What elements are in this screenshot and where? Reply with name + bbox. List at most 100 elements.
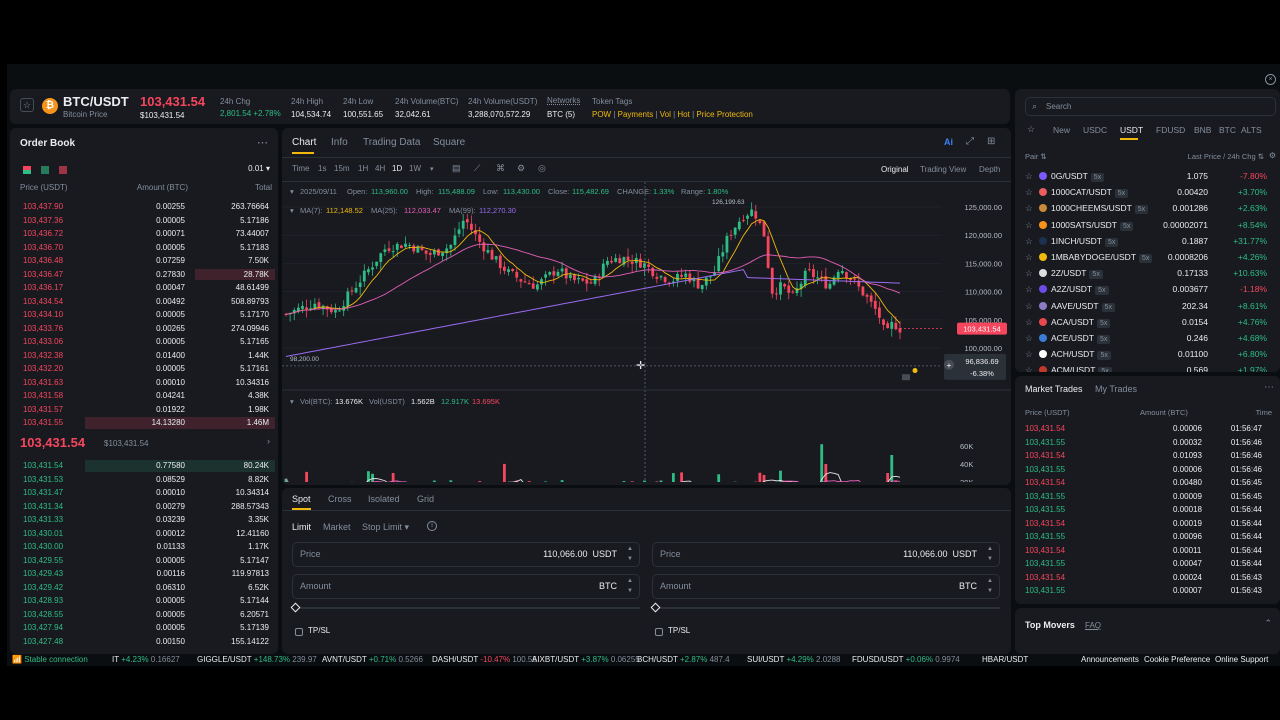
tab-square[interactable]: Square: [433, 137, 465, 148]
market-row[interactable]: ☆ 1000SATS/USDT 5x 0.00002071 +8.54%: [1015, 217, 1275, 233]
buy-tpsl-checkbox[interactable]: [295, 628, 303, 636]
tag-hot[interactable]: Hot: [677, 110, 689, 119]
sell-amount-input[interactable]: Amount BTC ▲ ▼: [652, 574, 1000, 599]
settings-icon[interactable]: ⚙: [517, 163, 525, 174]
tag-price-protection[interactable]: Price Protection: [696, 110, 752, 119]
tab-grid[interactable]: Grid: [417, 494, 434, 504]
bid-row[interactable]: 103,430.00 0.01133 1.17K: [10, 540, 275, 554]
ask-row[interactable]: 103,431.58 0.04241 4.38K: [10, 389, 275, 403]
connection-status[interactable]: 📶 Stable connection: [12, 654, 88, 666]
market-row[interactable]: ☆ ACM/USDT 5x 0.569 +1.97%: [1015, 362, 1275, 372]
sell-slider[interactable]: [650, 602, 1000, 613]
row-star-icon[interactable]: ☆: [1025, 233, 1033, 249]
ticker-item[interactable]: FDUSD/USDT +0.06% 0.9974: [852, 654, 960, 666]
bid-row[interactable]: 103,428.55 0.00005 6.20571: [10, 608, 275, 622]
ask-row[interactable]: 103,436.70 0.00005 5.17183: [10, 241, 275, 255]
ask-row[interactable]: 103,433.06 0.00005 5.17165: [10, 335, 275, 349]
layout-icon[interactable]: ⊞: [987, 136, 995, 147]
interval-1w[interactable]: 1W: [409, 164, 421, 173]
row-star-icon[interactable]: ☆: [1025, 346, 1033, 362]
pair-title[interactable]: BTC/USDT: [63, 94, 129, 109]
ask-row[interactable]: 103,433.76 0.00265 274.09946: [10, 322, 275, 336]
market-row[interactable]: ☆ AAVE/USDT 5x 202.34 +8.61%: [1015, 298, 1275, 314]
ticker-item[interactable]: SUI/USDT +4.29% 2.0288: [747, 654, 841, 666]
bid-row[interactable]: 103,431.47 0.00010 10.34314: [10, 486, 275, 500]
market-row[interactable]: ☆ 0G/USDT 5x 1.075 -7.80%: [1015, 168, 1275, 184]
row-star-icon[interactable]: ☆: [1025, 249, 1033, 265]
bid-row[interactable]: 103,427.48 0.00150 155.14122: [10, 635, 275, 649]
interval-1d[interactable]: 1D: [392, 164, 402, 173]
drawing-icon[interactable]: ⟋: [474, 163, 480, 174]
online-support-link[interactable]: Online Support: [1215, 654, 1268, 666]
order-type-stop-limit[interactable]: Stop Limit ▾: [362, 522, 409, 533]
bid-row[interactable]: 103,431.53 0.08529 8.82K: [10, 473, 275, 487]
row-star-icon[interactable]: ☆: [1025, 362, 1033, 372]
sell-tpsl-checkbox[interactable]: [655, 628, 663, 636]
view-both-icon[interactable]: [23, 166, 31, 174]
bid-row[interactable]: 103,427.94 0.00005 5.17139: [10, 621, 275, 635]
ask-row[interactable]: 103,434.10 0.00005 5.17170: [10, 308, 275, 322]
more-icon[interactable]: ⋯: [257, 136, 268, 149]
tab-cross[interactable]: Cross: [328, 494, 352, 504]
tag-vol[interactable]: Vol: [660, 110, 671, 119]
ask-row[interactable]: 103,436.72 0.00071 73.44007: [10, 227, 275, 241]
market-tab-new[interactable]: New: [1053, 125, 1070, 135]
buy-amount-stepper[interactable]: ▲ ▼: [624, 576, 636, 597]
indicator-icon[interactable]: ▤: [452, 163, 461, 174]
ai-icon[interactable]: Ai: [944, 137, 953, 147]
ask-row[interactable]: 103,437.90 0.00255 263.76664: [10, 200, 275, 214]
sell-price-input[interactable]: Price 110,066.00 USDT ▲ ▼: [652, 542, 1000, 567]
buy-slider-handle[interactable]: [290, 602, 301, 613]
column-settings-icon[interactable]: ⚙: [1269, 151, 1276, 160]
price-chart[interactable]: 2025/09/11 Open: 113,960.00 High: 115,488.09…: [282, 182, 1011, 482]
ticker-item[interactable]: BCH/USDT +2.87% 487.4: [637, 654, 730, 666]
market-row[interactable]: ☆ 2Z/USDT 5x 0.17133 +10.63%: [1015, 265, 1275, 281]
tag-pow[interactable]: POW: [592, 110, 611, 119]
row-star-icon[interactable]: ☆: [1025, 184, 1033, 200]
row-star-icon[interactable]: ☆: [1025, 265, 1033, 281]
view-trading-view[interactable]: Trading View: [920, 165, 966, 174]
row-star-icon[interactable]: ☆: [1025, 168, 1033, 184]
alert-icon[interactable]: ◎: [538, 163, 546, 174]
bid-row[interactable]: 103,431.34 0.00279 288.57343: [10, 500, 275, 514]
market-tab-fdusd[interactable]: FDUSD: [1156, 125, 1185, 135]
view-original[interactable]: Original: [881, 165, 909, 174]
more-arrow-icon[interactable]: ›: [267, 436, 270, 446]
cookie-preference-link[interactable]: Cookie Preference: [1144, 654, 1210, 666]
precision-select[interactable]: 0.01 ▾: [248, 164, 270, 173]
market-tab-alts[interactable]: ALTS: [1241, 125, 1262, 135]
ask-row[interactable]: 103,437.36 0.00005 5.17186: [10, 214, 275, 228]
row-star-icon[interactable]: ☆: [1025, 281, 1033, 297]
order-type-market[interactable]: Market: [323, 522, 351, 532]
market-row[interactable]: ☆ 1000CHEEMS/USDT 5x 0.001286 +2.63%: [1015, 200, 1275, 216]
ticker-item[interactable]: AVNT/USDT +0.71% 0.5266: [322, 654, 423, 666]
ask-row[interactable]: 103,436.17 0.00047 48.61499: [10, 281, 275, 295]
bid-row[interactable]: 103,429.42 0.06310 6.52K: [10, 581, 275, 595]
market-tab-usdt[interactable]: USDT: [1120, 125, 1143, 135]
bid-row[interactable]: 103,431.54 0.77580 80.24K: [10, 459, 275, 473]
tag-payments[interactable]: Payments: [618, 110, 654, 119]
row-star-icon[interactable]: ☆: [1025, 298, 1033, 314]
tab-chart[interactable]: Chart: [292, 137, 316, 148]
tab-info[interactable]: Info: [331, 137, 348, 148]
networks-value[interactable]: BTC (5): [547, 108, 575, 121]
market-row[interactable]: ☆ 1000CAT/USDT 5x 0.00420 +3.70%: [1015, 184, 1275, 200]
tab-spot[interactable]: Spot: [292, 494, 311, 504]
buy-amount-input[interactable]: Amount BTC ▲ ▼: [292, 574, 640, 599]
ask-row[interactable]: 103,434.54 0.00492 508.89793: [10, 295, 275, 309]
tab-market-trades[interactable]: Market Trades: [1025, 384, 1083, 394]
order-type-limit[interactable]: Limit: [292, 522, 311, 532]
ticker-item[interactable]: IT +4.23% 0.16627: [112, 654, 180, 666]
sell-price-stepper[interactable]: ▲ ▼: [984, 544, 996, 565]
interval-15m[interactable]: 15m: [334, 164, 350, 173]
sell-slider-handle[interactable]: [650, 602, 661, 613]
view-depth[interactable]: Depth: [979, 165, 1000, 174]
ticker-item[interactable]: AIXBT/USDT +3.87% 0.06255: [532, 654, 640, 666]
interval-dropdown-icon[interactable]: ▾: [430, 165, 434, 173]
bid-row[interactable]: 103,429.55 0.00005 5.17147: [10, 554, 275, 568]
collapse-chevron-icon[interactable]: ⌃: [1264, 618, 1272, 629]
expand-icon[interactable]: ⤢: [966, 136, 974, 147]
pair-subtitle[interactable]: Bitcoin Price: [63, 110, 107, 119]
sell-amount-stepper[interactable]: ▲ ▼: [984, 576, 996, 597]
announcements-link[interactable]: Announcements: [1081, 654, 1139, 666]
